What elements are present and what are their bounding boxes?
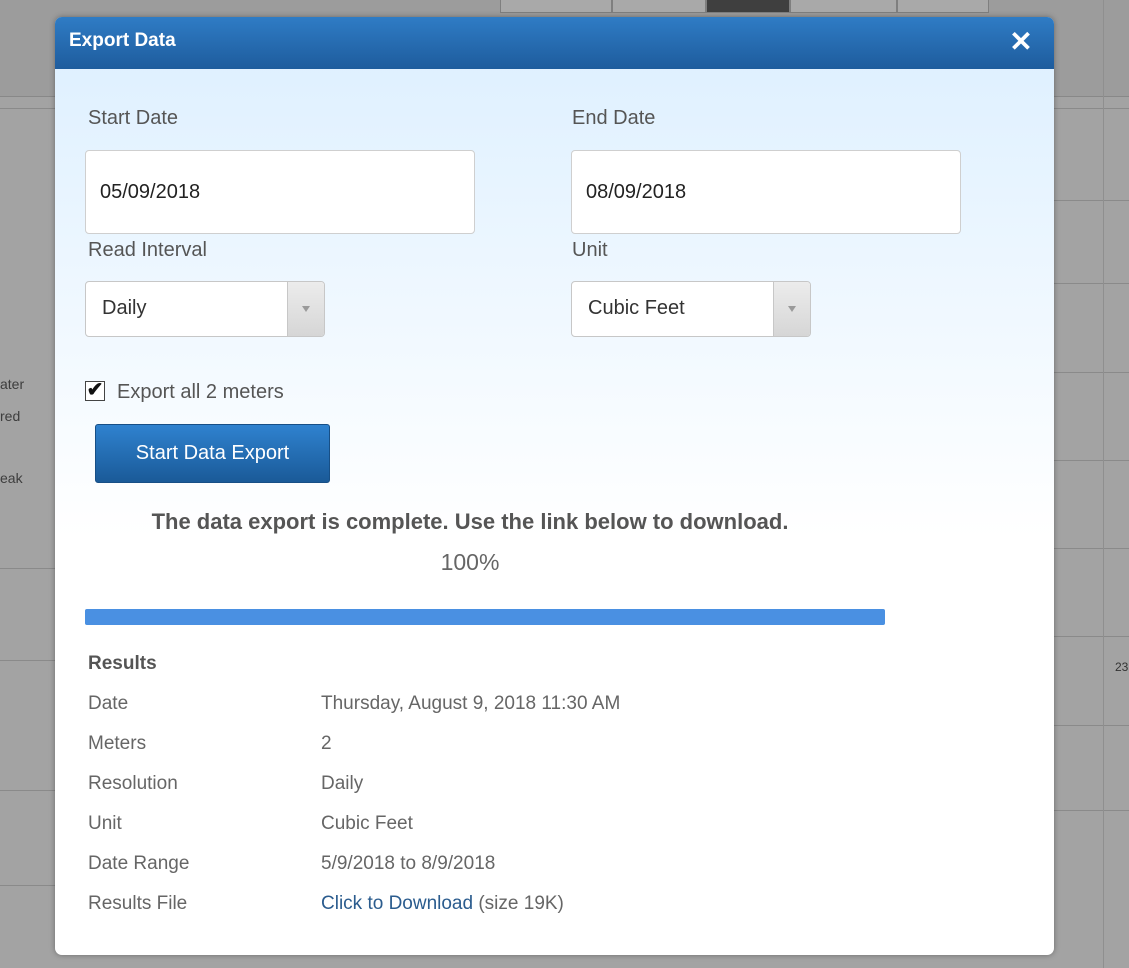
- result-value: Daily: [321, 773, 364, 794]
- unit-select[interactable]: Cubic Feet: [571, 281, 811, 337]
- background-divider: [1054, 283, 1129, 284]
- export-data-dialog: Export Data ✕ Start Date 05/09/2018 End …: [55, 17, 1054, 955]
- file-size: (size 19K): [478, 893, 564, 914]
- background-text: eak: [0, 470, 23, 486]
- background-divider: [1054, 200, 1129, 201]
- read-interval-value: Daily: [102, 297, 147, 319]
- background-divider: [0, 885, 55, 886]
- background-divider: [1103, 0, 1104, 968]
- read-interval-label: Read Interval: [88, 239, 207, 261]
- background-divider: [0, 660, 55, 661]
- result-value: 2: [321, 733, 332, 754]
- unit-label: Unit: [572, 239, 608, 261]
- result-key: Resolution: [88, 773, 178, 794]
- background-divider: [1054, 636, 1129, 637]
- background-tab: [500, 0, 612, 13]
- result-key: Unit: [88, 813, 122, 834]
- download-link[interactable]: Click to Download: [321, 893, 473, 914]
- background-text: ater: [0, 376, 25, 392]
- start-date-label: Start Date: [88, 107, 179, 129]
- background-divider: [0, 568, 55, 569]
- background-divider: [1054, 810, 1129, 811]
- end-date-input[interactable]: 08/09/2018: [571, 150, 961, 234]
- result-value: Cubic Feet: [321, 813, 413, 834]
- background-text: red: [0, 408, 21, 424]
- chevron-down-icon[interactable]: [773, 282, 810, 336]
- background-divider: [0, 790, 55, 791]
- result-value: 5/9/2018 to 8/9/2018: [321, 853, 496, 874]
- export-all-checkbox[interactable]: ✔: [85, 380, 105, 401]
- progress-bar: [85, 609, 885, 625]
- close-icon[interactable]: ✕: [1008, 28, 1034, 56]
- result-value: Click to Download (size 19K): [321, 893, 564, 915]
- result-value: Thursday, August 9, 2018 11:30 AM: [321, 693, 621, 714]
- start-data-export-button[interactable]: Start Data Export: [95, 424, 330, 483]
- background-axis-tick: 23: [1115, 660, 1129, 674]
- progress-bar-fill: [85, 609, 885, 625]
- result-key: Date: [88, 693, 129, 714]
- result-key: Date Range: [88, 853, 190, 874]
- progress-percent: 100%: [440, 549, 500, 575]
- results-heading: Results: [88, 653, 157, 674]
- background-divider: [1054, 725, 1129, 726]
- start-date-input[interactable]: 05/09/2018: [85, 150, 475, 234]
- background-tab: [790, 0, 897, 13]
- result-key: Results File: [88, 893, 188, 914]
- background-tabs: [500, 0, 1020, 13]
- background-tab: [612, 0, 706, 13]
- export-all-label: Export all 2 meters: [117, 381, 284, 403]
- result-key: Meters: [88, 733, 147, 754]
- end-date-label: End Date: [572, 107, 656, 129]
- dialog-title: Export Data: [69, 30, 176, 51]
- background-divider: [1054, 548, 1129, 549]
- background-tab: [897, 0, 989, 13]
- export-status-message: The data export is complete. Use the lin…: [151, 509, 789, 534]
- background-divider: [1054, 372, 1129, 373]
- unit-value: Cubic Feet: [588, 297, 685, 319]
- background-divider: [1054, 460, 1129, 461]
- chevron-down-icon[interactable]: [287, 282, 324, 336]
- dialog-header: Export Data ✕: [55, 17, 1054, 69]
- background-tab: [706, 0, 790, 13]
- read-interval-select[interactable]: Daily: [85, 281, 325, 337]
